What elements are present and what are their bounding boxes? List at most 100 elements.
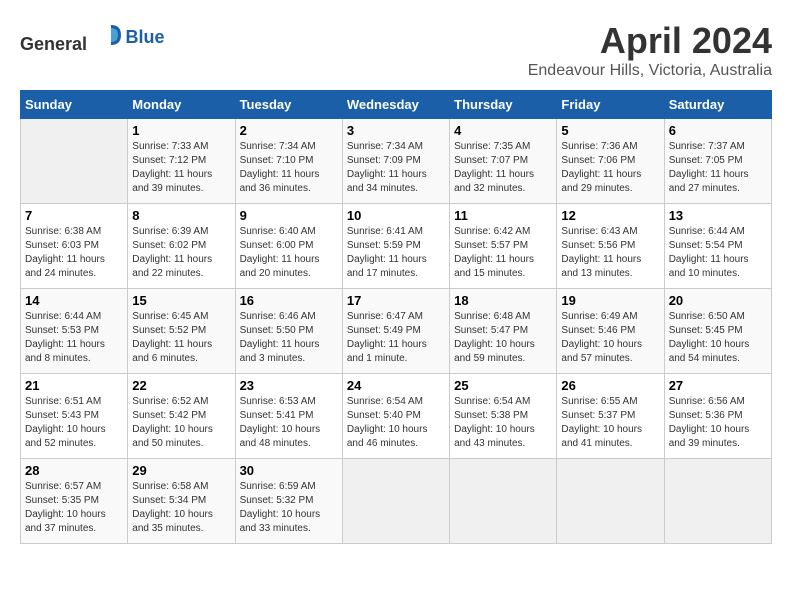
header-day-friday: Friday xyxy=(557,91,664,119)
day-number: 5 xyxy=(561,123,659,138)
day-info: Sunrise: 6:55 AM Sunset: 5:37 PM Dayligh… xyxy=(561,395,659,451)
header-day-tuesday: Tuesday xyxy=(235,91,342,119)
calendar-cell: 6 Sunrise: 7:37 AM Sunset: 7:05 PM Daylig… xyxy=(664,119,771,204)
calendar-cell: 1 Sunrise: 7:33 AM Sunset: 7:12 PM Daylig… xyxy=(128,119,235,204)
day-number: 3 xyxy=(347,123,445,138)
header-day-thursday: Thursday xyxy=(450,91,557,119)
day-info: Sunrise: 6:42 AM Sunset: 5:57 PM Dayligh… xyxy=(454,225,552,281)
calendar-cell: 10 Sunrise: 6:41 AM Sunset: 5:59 PM Dayli… xyxy=(342,204,449,289)
day-info: Sunrise: 7:37 AM Sunset: 7:05 PM Dayligh… xyxy=(669,140,767,196)
day-info: Sunrise: 6:41 AM Sunset: 5:59 PM Dayligh… xyxy=(347,225,445,281)
calendar-cell: 26 Sunrise: 6:55 AM Sunset: 5:37 PM Dayli… xyxy=(557,374,664,459)
day-number: 27 xyxy=(669,378,767,393)
day-number: 10 xyxy=(347,208,445,223)
header-day-saturday: Saturday xyxy=(664,91,771,119)
calendar-cell: 25 Sunrise: 6:54 AM Sunset: 5:38 PM Dayli… xyxy=(450,374,557,459)
header-day-wednesday: Wednesday xyxy=(342,91,449,119)
day-info: Sunrise: 6:40 AM Sunset: 6:00 PM Dayligh… xyxy=(240,225,338,281)
day-number: 8 xyxy=(132,208,230,223)
logo-icon xyxy=(96,20,126,50)
day-number: 2 xyxy=(240,123,338,138)
day-info: Sunrise: 6:56 AM Sunset: 5:36 PM Dayligh… xyxy=(669,395,767,451)
day-number: 18 xyxy=(454,293,552,308)
day-info: Sunrise: 6:45 AM Sunset: 5:52 PM Dayligh… xyxy=(132,310,230,366)
calendar-cell: 23 Sunrise: 6:53 AM Sunset: 5:41 PM Dayli… xyxy=(235,374,342,459)
calendar-cell: 18 Sunrise: 6:48 AM Sunset: 5:47 PM Dayli… xyxy=(450,289,557,374)
day-info: Sunrise: 6:54 AM Sunset: 5:38 PM Dayligh… xyxy=(454,395,552,451)
day-number: 15 xyxy=(132,293,230,308)
calendar-cell: 30 Sunrise: 6:59 AM Sunset: 5:32 PM Dayli… xyxy=(235,459,342,544)
day-number: 21 xyxy=(25,378,123,393)
calendar-cell xyxy=(21,119,128,204)
day-info: Sunrise: 7:35 AM Sunset: 7:07 PM Dayligh… xyxy=(454,140,552,196)
day-info: Sunrise: 6:44 AM Sunset: 5:53 PM Dayligh… xyxy=(25,310,123,366)
day-info: Sunrise: 6:54 AM Sunset: 5:40 PM Dayligh… xyxy=(347,395,445,451)
calendar-header-row: SundayMondayTuesdayWednesdayThursdayFrid… xyxy=(21,91,772,119)
day-info: Sunrise: 6:57 AM Sunset: 5:35 PM Dayligh… xyxy=(25,480,123,536)
day-info: Sunrise: 6:59 AM Sunset: 5:32 PM Dayligh… xyxy=(240,480,338,536)
day-number: 11 xyxy=(454,208,552,223)
day-info: Sunrise: 7:33 AM Sunset: 7:12 PM Dayligh… xyxy=(132,140,230,196)
day-number: 30 xyxy=(240,463,338,478)
day-info: Sunrise: 7:36 AM Sunset: 7:06 PM Dayligh… xyxy=(561,140,659,196)
day-info: Sunrise: 6:51 AM Sunset: 5:43 PM Dayligh… xyxy=(25,395,123,451)
day-number: 19 xyxy=(561,293,659,308)
day-number: 26 xyxy=(561,378,659,393)
calendar-cell: 16Sunrise: 6:46 AM Sunset: 5:50 PM Dayli… xyxy=(235,289,342,374)
calendar-cell: 20 Sunrise: 6:50 AM Sunset: 5:45 PM Dayli… xyxy=(664,289,771,374)
day-number: 16 xyxy=(240,293,338,308)
calendar-cell: 14 Sunrise: 6:44 AM Sunset: 5:53 PM Dayli… xyxy=(21,289,128,374)
calendar-week-2: 7Sunrise: 6:38 AM Sunset: 6:03 PM Daylig… xyxy=(21,204,772,289)
calendar-week-5: 28 Sunrise: 6:57 AM Sunset: 5:35 PM Dayli… xyxy=(21,459,772,544)
calendar-table: SundayMondayTuesdayWednesdayThursdayFrid… xyxy=(20,90,772,544)
calendar-cell: 9 Sunrise: 6:40 AM Sunset: 6:00 PM Daylig… xyxy=(235,204,342,289)
day-number: 20 xyxy=(669,293,767,308)
calendar-cell: 21 Sunrise: 6:51 AM Sunset: 5:43 PM Dayli… xyxy=(21,374,128,459)
calendar-week-1: 1 Sunrise: 7:33 AM Sunset: 7:12 PM Daylig… xyxy=(21,119,772,204)
day-number: 28 xyxy=(25,463,123,478)
day-number: 24 xyxy=(347,378,445,393)
calendar-week-3: 14 Sunrise: 6:44 AM Sunset: 5:53 PM Dayli… xyxy=(21,289,772,374)
calendar-cell: 15 Sunrise: 6:45 AM Sunset: 5:52 PM Dayli… xyxy=(128,289,235,374)
day-info: Sunrise: 6:44 AM Sunset: 5:54 PM Dayligh… xyxy=(669,225,767,281)
day-number: 9 xyxy=(240,208,338,223)
day-number: 1 xyxy=(132,123,230,138)
day-info: Sunrise: 6:39 AM Sunset: 6:02 PM Dayligh… xyxy=(132,225,230,281)
calendar-cell: 29 Sunrise: 6:58 AM Sunset: 5:34 PM Dayli… xyxy=(128,459,235,544)
calendar-cell: 27 Sunrise: 6:56 AM Sunset: 5:36 PM Dayli… xyxy=(664,374,771,459)
calendar-cell: 24 Sunrise: 6:54 AM Sunset: 5:40 PM Dayli… xyxy=(342,374,449,459)
day-number: 12 xyxy=(561,208,659,223)
day-number: 29 xyxy=(132,463,230,478)
calendar-cell: 13Sunrise: 6:44 AM Sunset: 5:54 PM Dayli… xyxy=(664,204,771,289)
day-info: Sunrise: 6:50 AM Sunset: 5:45 PM Dayligh… xyxy=(669,310,767,366)
logo-general-text: General xyxy=(20,34,87,54)
calendar-cell xyxy=(557,459,664,544)
header-day-sunday: Sunday xyxy=(21,91,128,119)
calendar-week-4: 21 Sunrise: 6:51 AM Sunset: 5:43 PM Dayli… xyxy=(21,374,772,459)
day-info: Sunrise: 6:49 AM Sunset: 5:46 PM Dayligh… xyxy=(561,310,659,366)
title-block: April 2024 Endeavour Hills, Victoria, Au… xyxy=(528,20,772,80)
day-number: 25 xyxy=(454,378,552,393)
day-number: 23 xyxy=(240,378,338,393)
calendar-cell: 22 Sunrise: 6:52 AM Sunset: 5:42 PM Dayli… xyxy=(128,374,235,459)
subtitle: Endeavour Hills, Victoria, Australia xyxy=(528,62,772,80)
day-info: Sunrise: 6:58 AM Sunset: 5:34 PM Dayligh… xyxy=(132,480,230,536)
calendar-cell: 11 Sunrise: 6:42 AM Sunset: 5:57 PM Dayli… xyxy=(450,204,557,289)
main-title: April 2024 xyxy=(528,20,772,62)
day-number: 7 xyxy=(25,208,123,223)
day-info: Sunrise: 6:48 AM Sunset: 5:47 PM Dayligh… xyxy=(454,310,552,366)
day-number: 6 xyxy=(669,123,767,138)
day-number: 14 xyxy=(25,293,123,308)
logo: General Blue xyxy=(20,20,165,55)
day-info: Sunrise: 6:53 AM Sunset: 5:41 PM Dayligh… xyxy=(240,395,338,451)
calendar-cell xyxy=(342,459,449,544)
calendar-cell: 2Sunrise: 7:34 AM Sunset: 7:10 PM Daylig… xyxy=(235,119,342,204)
calendar-cell: 12 Sunrise: 6:43 AM Sunset: 5:56 PM Dayli… xyxy=(557,204,664,289)
day-info: Sunrise: 6:43 AM Sunset: 5:56 PM Dayligh… xyxy=(561,225,659,281)
logo-blue-text: Blue xyxy=(126,27,165,47)
calendar-cell: 4Sunrise: 7:35 AM Sunset: 7:07 PM Daylig… xyxy=(450,119,557,204)
calendar-cell: 28 Sunrise: 6:57 AM Sunset: 5:35 PM Dayli… xyxy=(21,459,128,544)
day-info: Sunrise: 6:52 AM Sunset: 5:42 PM Dayligh… xyxy=(132,395,230,451)
day-number: 22 xyxy=(132,378,230,393)
calendar-cell xyxy=(664,459,771,544)
